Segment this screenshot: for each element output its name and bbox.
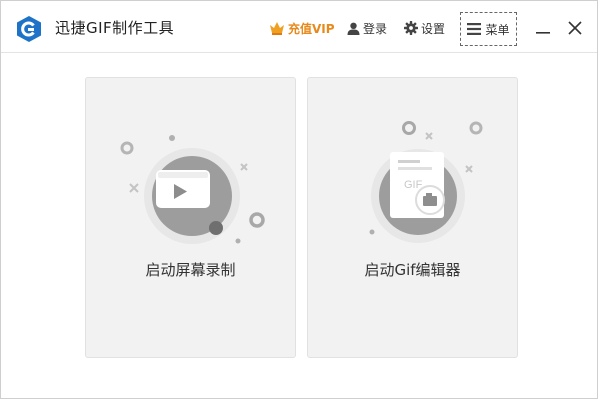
user-icon <box>347 22 360 35</box>
hamburger-icon <box>467 23 482 35</box>
app-window: 迅捷GIF制作工具 充值VIP 登录 设置 菜单 启动屏幕录制 GIF 启动Gi… <box>0 0 598 399</box>
gear-icon <box>404 21 418 35</box>
menu-button[interactable]: 菜单 <box>460 12 517 46</box>
start-gif-editor-card[interactable]: GIF 启动Gif编辑器 <box>307 77 518 358</box>
login-button[interactable]: 登录 <box>347 18 387 38</box>
crown-icon <box>270 22 284 35</box>
login-label: 登录 <box>363 21 388 36</box>
vip-button[interactable]: 充值VIP <box>269 18 335 38</box>
card-label-record: 启动屏幕录制 <box>145 261 236 279</box>
menu-label: 菜单 <box>485 22 510 37</box>
app-logo-icon <box>17 16 41 42</box>
close-icon[interactable] <box>566 19 584 37</box>
start-screen-recording-card[interactable]: 启动屏幕录制 <box>85 77 296 358</box>
gif-document-icon: GIF <box>369 121 483 243</box>
card-label-editor: 启动Gif编辑器 <box>364 261 461 279</box>
vip-label: 充值VIP <box>288 21 335 36</box>
video-play-icon <box>120 135 265 244</box>
app-title: 迅捷GIF制作工具 <box>55 19 175 37</box>
settings-button[interactable]: 设置 <box>404 18 445 38</box>
minimize-icon[interactable] <box>534 19 552 37</box>
settings-label: 设置 <box>421 21 446 36</box>
title-bar[interactable]: 迅捷GIF制作工具 充值VIP 登录 设置 菜单 <box>1 1 597 53</box>
